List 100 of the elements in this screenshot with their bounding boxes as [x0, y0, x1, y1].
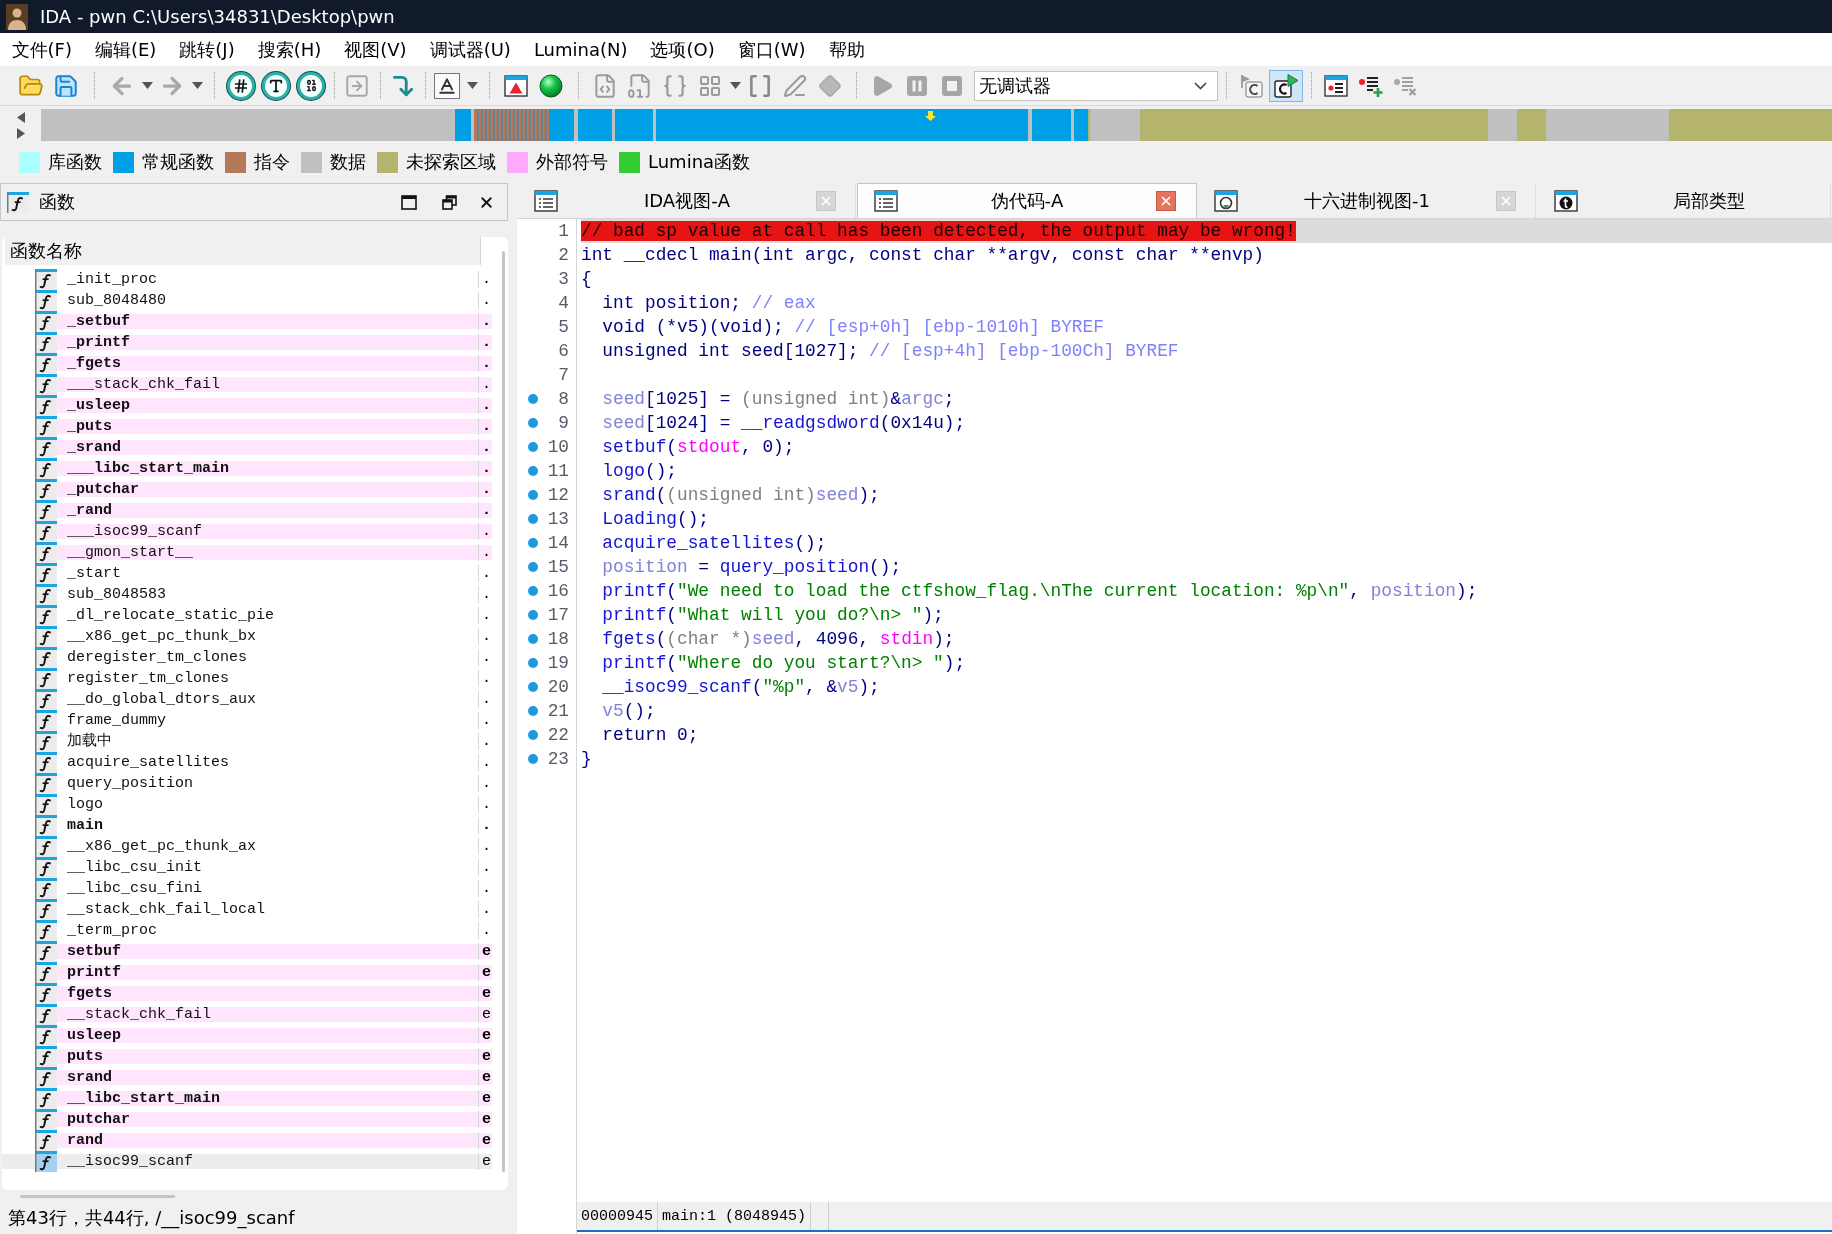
function-row[interactable]: query_position .: [2, 773, 492, 794]
restore-icon[interactable]: [442, 194, 457, 210]
function-row[interactable]: __libc_csu_fini .: [2, 878, 492, 899]
function-icon: [35, 1151, 57, 1172]
function-name: __libc_csu_init: [67, 859, 203, 876]
dropdown-caret-icon[interactable]: [466, 82, 478, 89]
menu-item[interactable]: 搜索(H): [246, 34, 333, 65]
function-row[interactable]: _start .: [2, 563, 492, 584]
function-row[interactable]: deregister_tm_clones .: [2, 647, 492, 668]
segment-label: .: [478, 292, 492, 309]
function-icon: [35, 815, 57, 836]
navigation-band[interactable]: [41, 109, 1832, 141]
column-header[interactable]: 函数名称: [5, 237, 481, 265]
pen-icon[interactable]: [783, 73, 807, 98]
braces-icon[interactable]: [662, 72, 688, 99]
save-icon[interactable]: [53, 72, 79, 99]
dropdown-caret-icon[interactable]: [729, 82, 741, 89]
close-tab-button[interactable]: [1156, 191, 1176, 211]
binary-icon[interactable]: [297, 71, 325, 100]
scrollbar[interactable]: [20, 1194, 175, 1198]
text-format-icon[interactable]: [434, 72, 460, 99]
segment-label: .: [478, 355, 492, 372]
segment-label: e: [478, 1069, 492, 1086]
line-number: 20: [547, 677, 569, 697]
breakpoint-list-icon[interactable]: [1324, 74, 1348, 97]
function-row[interactable]: _term_proc .: [2, 920, 492, 941]
menu-item[interactable]: 视图(V): [332, 34, 419, 65]
scroll-left-icon[interactable]: [16, 111, 26, 123]
maximize-icon[interactable]: [401, 194, 417, 210]
segment-label: .: [478, 586, 492, 603]
function-row[interactable]: __x86_get_pc_thunk_bx .: [2, 626, 492, 647]
segment-label: .: [478, 271, 492, 288]
scrollbar[interactable]: [502, 251, 505, 1172]
function-name: frame_dummy: [67, 712, 167, 729]
line-number: 14: [547, 533, 569, 553]
diamond-icon[interactable]: [818, 73, 842, 98]
legend-label: 指令: [254, 150, 290, 174]
segment-label: .: [478, 712, 492, 729]
function-name: sub_8048583: [67, 586, 167, 603]
text-icon[interactable]: [262, 71, 290, 100]
brackets-icon[interactable]: [747, 72, 773, 99]
ball-icon[interactable]: [539, 73, 563, 98]
function-name: __stack_chk_fail: [67, 1006, 212, 1023]
dropdown-caret-icon[interactable]: [141, 82, 153, 89]
code-file-icon[interactable]: [592, 72, 618, 99]
function-row[interactable]: frame_dummy .: [2, 710, 492, 731]
menu-item[interactable]: 帮助: [817, 34, 877, 65]
flag-file-icon[interactable]: [1238, 72, 1264, 99]
debugger-select[interactable]: 无调试器: [974, 70, 1218, 101]
sync-toggle-button[interactable]: [1269, 69, 1303, 102]
tab[interactable]: 伪代码-A: [857, 183, 1197, 218]
function-row[interactable]: _dl_relocate_static_pie .: [2, 605, 492, 626]
function-row[interactable]: _init_proc .: [2, 269, 492, 290]
play-file-icon: [1273, 72, 1299, 99]
function-row[interactable]: __isoc99_scanf e: [2, 1151, 492, 1172]
chevron-down-icon: [1194, 81, 1207, 90]
segment-label: .: [478, 838, 492, 855]
function-row[interactable]: main .: [2, 815, 492, 836]
legend-label: 数据: [330, 150, 366, 174]
function-row[interactable]: __stack_chk_fail_local .: [2, 899, 492, 920]
menu-item[interactable]: 跳转(J): [167, 34, 247, 65]
function-row[interactable]: 加载中 .: [2, 731, 492, 752]
segment-label: .: [478, 544, 492, 561]
function-row[interactable]: sub_8048583 .: [2, 584, 492, 605]
menu-item[interactable]: Lumina(N): [522, 34, 639, 65]
function-icon: [35, 983, 57, 1004]
function-row[interactable]: acquire_satellites .: [2, 752, 492, 773]
dropdown-caret-icon[interactable]: [191, 82, 203, 89]
function-row[interactable]: sub_8048480 .: [2, 290, 492, 311]
line-number: 17: [547, 605, 569, 625]
menu-item[interactable]: 选项(O): [639, 34, 727, 65]
function-name: putchar: [67, 1111, 130, 1128]
function-icon: [35, 773, 57, 794]
menu-item[interactable]: 文件(F): [0, 34, 84, 65]
menu-item[interactable]: 窗口(W): [726, 34, 818, 65]
function-name: acquire_satellites: [67, 754, 230, 771]
segment-label: .: [478, 502, 492, 519]
menu-item[interactable]: 调试器(U): [418, 34, 523, 65]
pause-icon[interactable]: [906, 74, 928, 97]
function-row[interactable]: logo .: [2, 794, 492, 815]
hash-icon[interactable]: [227, 71, 255, 100]
grid-icon[interactable]: [698, 73, 722, 98]
digit-file-icon[interactable]: [627, 72, 653, 99]
function-row[interactable]: __do_global_dtors_aux .: [2, 689, 492, 710]
function-name: _fgets: [67, 355, 121, 372]
function-row[interactable]: __libc_csu_init .: [2, 857, 492, 878]
arrow-box-icon[interactable]: [344, 72, 370, 99]
menu-item[interactable]: 编辑(E): [83, 34, 168, 65]
function-icon: [35, 647, 57, 668]
segment-label: .: [478, 607, 492, 624]
function-row[interactable]: register_tm_clones .: [2, 668, 492, 689]
scroll-right-icon[interactable]: [16, 127, 26, 139]
folder-icon[interactable]: [18, 72, 44, 99]
segment-label: .: [478, 397, 492, 414]
function-row[interactable]: __x86_get_pc_thunk_ax .: [2, 836, 492, 857]
function-name: setbuf: [67, 943, 121, 960]
function-icon: [35, 1004, 57, 1025]
segment-label: .: [478, 460, 492, 477]
warning-window-icon[interactable]: [504, 74, 528, 97]
stop-icon[interactable]: [941, 74, 963, 97]
